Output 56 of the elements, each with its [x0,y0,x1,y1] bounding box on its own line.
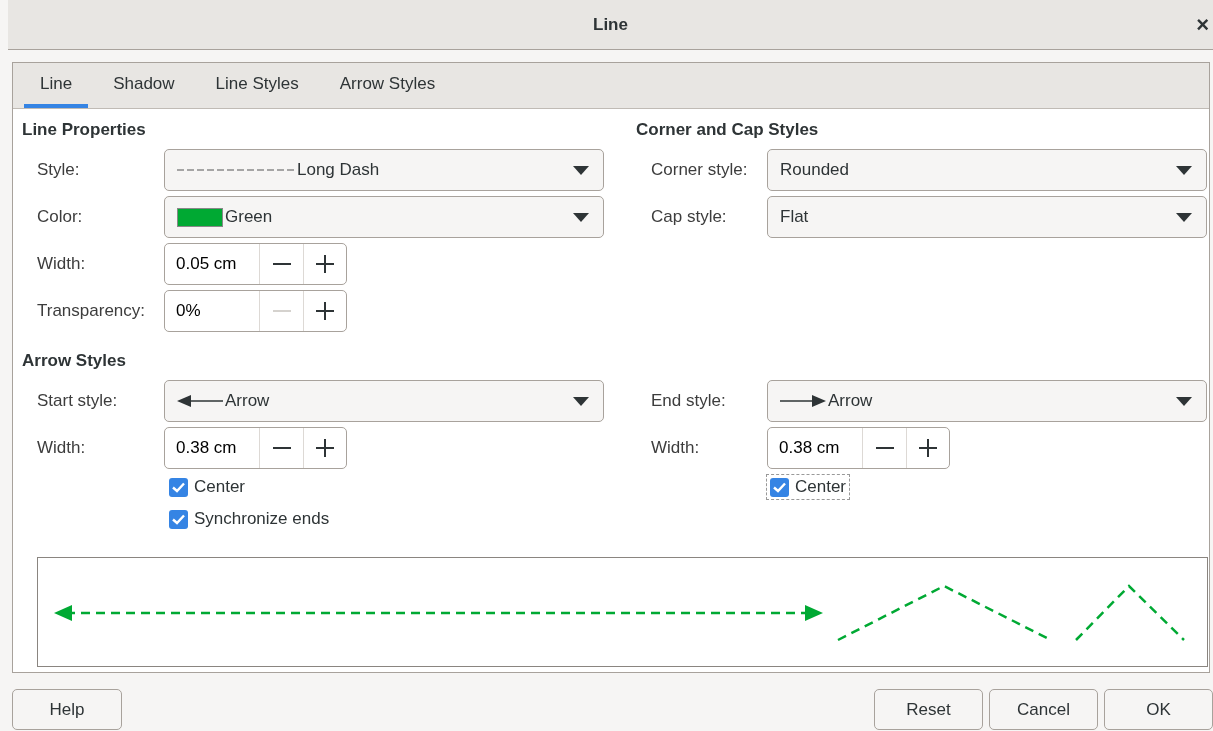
dropdown[interactable]: Long Dash [164,149,604,191]
dropdown[interactable]: Flat [767,196,1207,238]
check-icon [773,481,786,493]
right-arrow-icon [780,395,826,407]
checkbox[interactable]: Synchronize ends [165,506,334,532]
close-button[interactable]: × [1194,14,1211,36]
plus-icon [919,439,937,457]
dropdown-caret-icon [573,165,589,175]
spin-field[interactable]: 0.05 cm [164,243,347,285]
window-title: Line [593,13,628,36]
minus-icon [875,447,894,449]
field-label: Width: [36,437,87,460]
field-label: Width: [650,437,701,460]
field-label: End style: [650,390,727,413]
dropdown[interactable]: Green [164,196,604,238]
section-heading: Corner and Cap Styles [636,119,820,139]
dialog-button[interactable]: Help [12,689,122,730]
tab[interactable]: Shadow [97,63,191,108]
minus-icon [272,263,291,265]
dropdown[interactable]: Rounded [767,149,1207,191]
dashed-line-icon [177,166,295,174]
plus-icon [316,302,334,320]
checkbox[interactable]: Center [766,474,851,500]
tab[interactable]: Line Styles [199,63,315,108]
field-label: Transparency: [36,300,147,323]
left-arrow-icon [177,395,223,407]
field-label: Width: [36,253,87,276]
field-label: Style: [36,159,81,182]
minus-icon [272,447,291,449]
dialog-button[interactable]: Reset [874,689,983,730]
tab[interactable]: Arrow Styles [323,63,452,108]
dropdown[interactable]: Arrow [164,380,604,422]
dropdown-caret-icon [1176,396,1192,406]
plus-icon [316,255,334,273]
minus-icon [272,310,291,312]
field-label: Color: [36,206,84,229]
dialog-button[interactable]: OK [1104,689,1213,730]
spin-field[interactable]: 0.38 cm [767,427,950,469]
dropdown-caret-icon [573,212,589,222]
dialog-button[interactable]: Cancel [989,689,1098,730]
dropdown-caret-icon [573,396,589,406]
spin-field[interactable]: 0% [164,290,347,332]
section-heading: Line Properties [22,119,147,139]
field-label: Cap style: [650,206,728,229]
check-icon [172,513,185,525]
field-label: Start style: [36,390,119,413]
dropdown-caret-icon [1176,165,1192,175]
field-label: Corner style: [650,159,749,182]
spin-field[interactable]: 0.38 cm [164,427,347,469]
dropdown-caret-icon [1176,212,1192,222]
plus-icon [316,439,334,457]
section-heading: Arrow Styles [22,350,127,370]
dropdown[interactable]: Arrow [767,380,1207,422]
tab[interactable]: Line [24,63,89,108]
checkbox[interactable]: Center [165,474,250,500]
check-icon [172,481,185,493]
